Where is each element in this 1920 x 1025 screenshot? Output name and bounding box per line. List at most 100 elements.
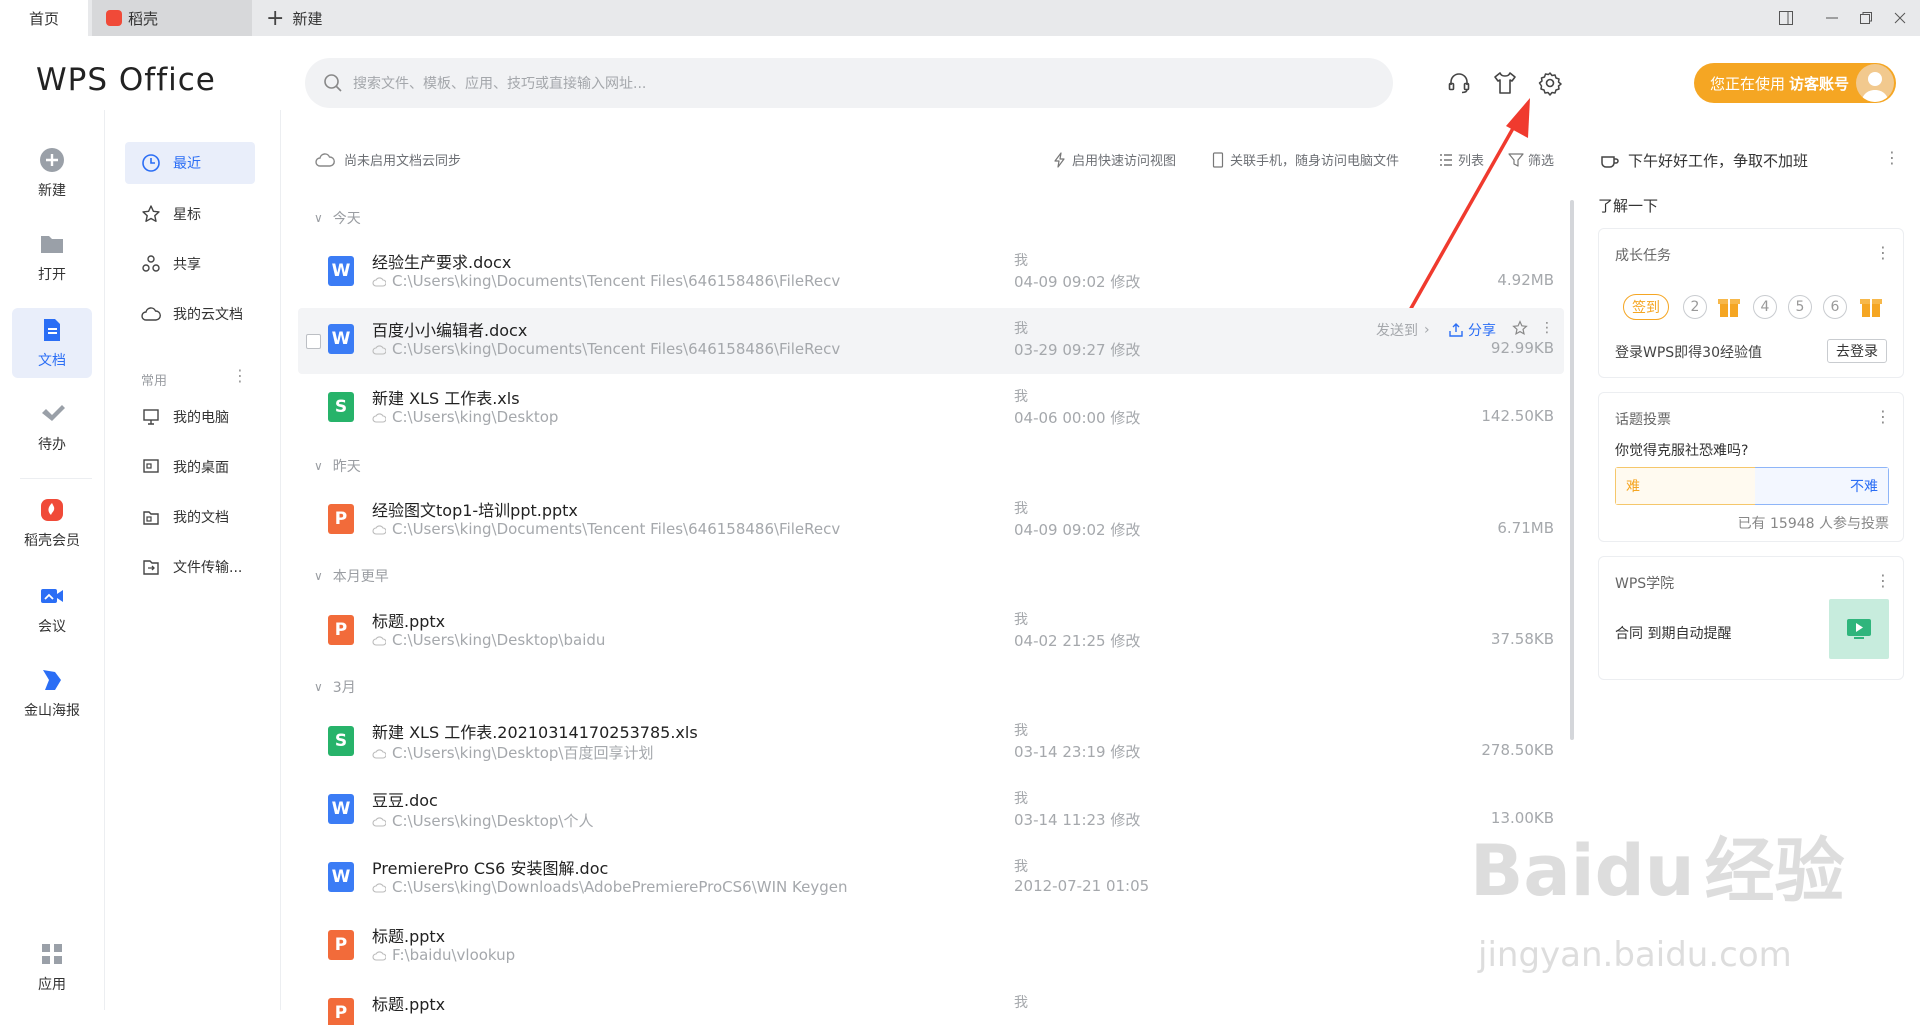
- file-size: 4.92MB: [1497, 271, 1554, 289]
- cloud-off-icon: [372, 816, 386, 827]
- rail-open[interactable]: 打开: [12, 230, 92, 300]
- rail-docs-label: 文档: [38, 353, 66, 369]
- more-dots-icon[interactable]: ⋮: [232, 366, 248, 385]
- clock-icon: [142, 154, 160, 172]
- card-more-icon[interactable]: ⋮: [1875, 571, 1891, 590]
- sidebar-item-label: 文件传输...: [173, 560, 243, 576]
- sidebar-item-starred[interactable]: 星标: [125, 193, 255, 235]
- row-more-icon[interactable]: ⋮: [1540, 320, 1554, 336]
- vote-hard-label: 难: [1626, 479, 1640, 495]
- star-button[interactable]: [1512, 320, 1528, 336]
- sidebar-item-shared[interactable]: 共享: [125, 243, 255, 285]
- tab-bar: 首页 稻壳 + 新建: [0, 0, 1920, 36]
- sidebar-item-cloud[interactable]: 我的云文档: [125, 293, 255, 335]
- file-owner: 我: [1014, 995, 1028, 1011]
- tab-daoke[interactable]: 稻壳: [92, 0, 252, 36]
- restore-icon: [1860, 12, 1872, 24]
- send-to-button[interactable]: 发送到 ›: [1376, 320, 1430, 340]
- table-row[interactable]: P 标题.pptx C:\Users\king\Desktop\baidu 我 …: [298, 599, 1564, 665]
- rail-docs[interactable]: 文档: [12, 308, 92, 378]
- rail-poster[interactable]: 金山海报: [12, 666, 92, 736]
- avatar[interactable]: [1856, 64, 1894, 102]
- share-button[interactable]: 分享: [1448, 320, 1496, 340]
- login-button[interactable]: 去登录: [1827, 339, 1887, 363]
- tab-daoke-label: 稻壳: [128, 9, 159, 28]
- filter-button[interactable]: 筛选: [1508, 150, 1554, 169]
- row-checkbox[interactable]: [306, 334, 321, 349]
- plus-icon: +: [266, 5, 285, 31]
- vote-easy-option[interactable]: 不难: [1755, 467, 1889, 505]
- group-today[interactable]: ∨ 今天: [314, 208, 361, 228]
- new-tab-button[interactable]: + 新建: [262, 0, 382, 36]
- table-row[interactable]: W 百度小小编辑者.docx C:\Users\king\Documents\T…: [298, 308, 1564, 374]
- signin-badge[interactable]: 签到: [1623, 294, 1669, 320]
- search-icon: [324, 74, 342, 92]
- file-path-text: C:\Users\king\Downloads\AdobePremierePro…: [392, 878, 848, 896]
- file-path-text: C:\Users\king\Desktop\baidu: [392, 631, 606, 649]
- sidebar-toggle-button[interactable]: [1766, 0, 1806, 36]
- academy-thumbnail[interactable]: [1829, 599, 1889, 659]
- cloud-off-icon: [372, 883, 386, 893]
- file-owner: 我: [1014, 501, 1028, 517]
- close-icon: [1894, 12, 1906, 24]
- sidebar-item-my-desktop[interactable]: 我的桌面: [125, 446, 255, 488]
- academy-item[interactable]: 合同 到期自动提醒: [1615, 623, 1731, 643]
- sidebar-item-my-computer[interactable]: 我的电脑: [125, 396, 255, 438]
- video-play-icon: [1847, 619, 1871, 639]
- rail-meeting[interactable]: 会议: [12, 582, 92, 652]
- close-button[interactable]: [1880, 0, 1920, 36]
- group-yesterday[interactable]: ∨ 昨天: [314, 456, 361, 476]
- greeting-more-icon[interactable]: ⋮: [1884, 148, 1900, 167]
- group-march[interactable]: ∨ 3月: [314, 677, 356, 697]
- account-button[interactable]: 您正在使用 访客账号: [1694, 63, 1896, 103]
- user-avatar-icon: [1861, 72, 1889, 102]
- group-earlier-month[interactable]: ∨ 本月更早: [314, 566, 389, 586]
- sidebar-item-file-transfer[interactable]: 文件传输...: [125, 546, 255, 588]
- table-row[interactable]: W 经验生产要求.docx C:\Users\king\Documents\Te…: [298, 240, 1564, 306]
- search-input[interactable]: 搜索文件、模板、应用、技巧或直接输入网址...: [305, 58, 1393, 108]
- rail-meeting-label: 会议: [38, 619, 66, 635]
- rail-todo[interactable]: 待办: [12, 400, 92, 470]
- table-row[interactable]: W 豆豆.doc C:\Users\king\Desktop\个人 我 03-1…: [298, 778, 1564, 844]
- list-icon: [1440, 153, 1452, 166]
- watermark-brand-cn: 经验: [1704, 830, 1845, 912]
- scrollbar[interactable]: [1570, 200, 1574, 740]
- greeting: 下午好好工作，争取不加班: [1600, 150, 1808, 171]
- sidebar-item-my-docs[interactable]: 我的文档: [125, 496, 255, 538]
- card-more-icon[interactable]: ⋮: [1875, 243, 1891, 262]
- table-row[interactable]: P 经验图文top1-培训ppt.pptx C:\Users\king\Docu…: [298, 488, 1564, 554]
- presentation-file-icon: P: [328, 615, 354, 645]
- phone-icon: [1212, 151, 1224, 168]
- vote-hard-option[interactable]: 难: [1615, 467, 1755, 505]
- tab-home[interactable]: 首页: [0, 0, 88, 36]
- file-owner: 我: [1014, 321, 1028, 337]
- cloud-sync-status[interactable]: 尚未启用文档云同步: [314, 150, 461, 169]
- rail-apps[interactable]: 应用: [12, 940, 92, 1010]
- watermark-url: jingyan.baidu.com: [1478, 935, 1792, 975]
- greeting-text: 下午好好工作，争取不加班: [1628, 152, 1809, 170]
- sidebar-item-label: 最近: [173, 156, 201, 172]
- phone-link-button[interactable]: 关联手机，随身访问电脑文件: [1210, 150, 1399, 169]
- rail-daoke-member[interactable]: 稻壳会员: [12, 496, 92, 566]
- quick-view-button[interactable]: 启用快速访问视图: [1052, 150, 1176, 169]
- rail-daoke-member-label: 稻壳会员: [24, 533, 80, 549]
- sidebar-item-recent[interactable]: 最近: [125, 142, 255, 184]
- list-view-button[interactable]: 列表: [1438, 150, 1484, 169]
- file-name: 标题.pptx: [372, 927, 446, 946]
- table-row[interactable]: W PremierePro CS6 安装图解.doc C:\Users\king…: [298, 846, 1564, 912]
- rail-new[interactable]: 新建: [12, 146, 92, 216]
- table-row[interactable]: S 新建 XLS 工作表.20210314170253785.xls C:\Us…: [298, 710, 1564, 776]
- file-path: C:\Users\king\Desktop\个人: [372, 810, 594, 831]
- account-name: 访客账号: [1789, 74, 1850, 93]
- file-date: 03-14 11:23 修改: [1014, 811, 1141, 829]
- group-label: 本月更早: [332, 569, 389, 585]
- table-row[interactable]: P 标题.pptx F:\baidu\vlookup: [298, 914, 1564, 980]
- file-date: 03-14 23:19 修改: [1014, 743, 1141, 761]
- card-more-icon[interactable]: ⋮: [1875, 407, 1891, 426]
- table-row[interactable]: S 新建 XLS 工作表.xls C:\Users\king\Desktop 我…: [298, 376, 1564, 442]
- plus-circle-icon: [40, 148, 64, 172]
- search-placeholder: 搜索文件、模板、应用、技巧或直接输入网址...: [353, 76, 647, 92]
- table-row[interactable]: P 标题.pptx 我: [298, 982, 1564, 1025]
- chevron-down-icon: ∨: [314, 569, 323, 583]
- vote-question: 你觉得克服社恐难吗?: [1615, 443, 1749, 459]
